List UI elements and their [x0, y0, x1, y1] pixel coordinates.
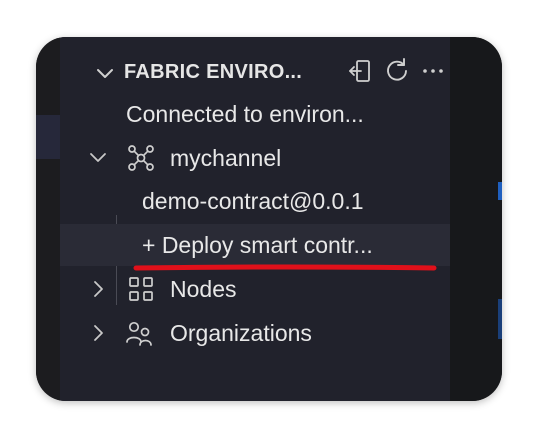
chevron-down-icon[interactable]: [94, 63, 116, 85]
refresh-icon[interactable]: [382, 56, 412, 86]
tree-item-organizations[interactable]: Organizations: [60, 312, 450, 354]
more-icon[interactable]: [418, 56, 448, 86]
editor-left-edge: [36, 37, 60, 401]
tree-item-mychannel[interactable]: mychannel: [60, 137, 450, 179]
contract-label: demo-contract@0.0.1: [142, 188, 364, 214]
app-window: FABRIC ENVIRO... Connected to environ...: [36, 37, 502, 401]
scrollbar-marker: [498, 299, 502, 339]
chevron-down-icon[interactable]: [86, 146, 110, 170]
tree-item-contract[interactable]: demo-contract@0.0.1: [60, 180, 450, 222]
red-annotation-underline: [133, 264, 437, 271]
scrollbar-marker: [498, 182, 502, 200]
channel-network-icon: [128, 145, 154, 171]
tree-item-nodes[interactable]: Nodes: [60, 268, 450, 310]
editor-left-highlight: [36, 115, 60, 159]
organizations-people-icon: [126, 321, 152, 346]
chevron-right-icon[interactable]: [86, 277, 110, 301]
tree-item-connected[interactable]: Connected to environ...: [60, 93, 450, 135]
nodes-label: Nodes: [170, 276, 237, 302]
panel-header[interactable]: FABRIC ENVIRO...: [60, 51, 450, 91]
channel-label: mychannel: [170, 145, 282, 171]
fabric-environments-panel: FABRIC ENVIRO... Connected to environ...: [60, 37, 450, 401]
panel-title: FABRIC ENVIRO...: [124, 61, 303, 83]
editor-right-edge: [450, 37, 502, 401]
connected-label: Connected to environ...: [126, 101, 364, 127]
deploy-smart-contract-label: + Deploy smart contr...: [142, 232, 373, 258]
organizations-label: Organizations: [170, 320, 312, 346]
exit-icon[interactable]: [346, 56, 376, 86]
chevron-right-icon[interactable]: [86, 321, 110, 345]
nodes-grid-icon: [129, 277, 153, 301]
